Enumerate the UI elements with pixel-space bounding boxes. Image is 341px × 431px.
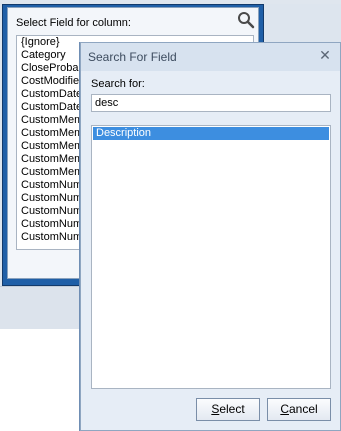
- search-input[interactable]: [91, 94, 331, 112]
- search-label: Search for:: [91, 78, 145, 90]
- select-field-title: Select Field for column:: [16, 17, 131, 29]
- select-button[interactable]: Select: [196, 398, 260, 421]
- result-list-item[interactable]: Description: [93, 127, 329, 140]
- dialog-titlebar[interactable]: Search For Field ✕: [81, 43, 340, 71]
- select-button-label: elect: [219, 402, 245, 416]
- cancel-button-label: ancel: [288, 402, 318, 416]
- dialog-title: Search For Field: [88, 50, 177, 64]
- search-icon[interactable]: [236, 10, 256, 30]
- search-for-field-dialog: Search For Field ✕ Search for: Descripti…: [80, 42, 341, 431]
- close-icon[interactable]: ✕: [317, 47, 333, 63]
- cancel-button[interactable]: Cancel: [267, 398, 331, 421]
- result-list[interactable]: Description: [91, 125, 331, 389]
- cancel-button-mnemonic: C: [280, 402, 289, 416]
